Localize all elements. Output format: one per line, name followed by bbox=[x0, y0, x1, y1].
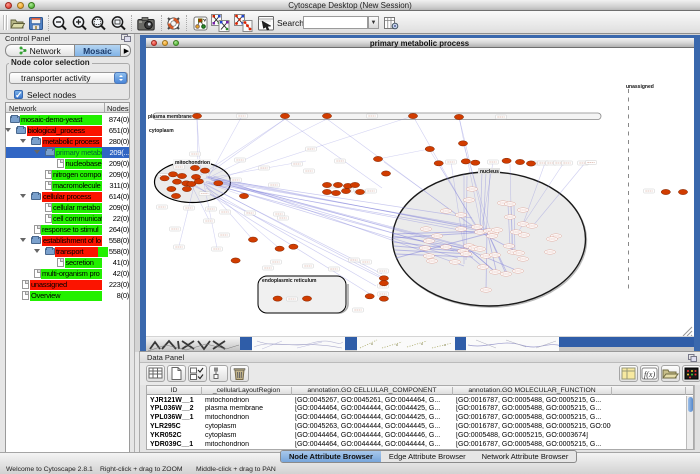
svg-text:unassigned: unassigned bbox=[626, 84, 654, 90]
svg-text:f(x): f(x) bbox=[644, 370, 655, 379]
svg-text:mitochondrion: mitochondrion bbox=[175, 160, 210, 166]
svg-text:endoplasmic reticulum: endoplasmic reticulum bbox=[262, 278, 317, 284]
svg-text:nucleus: nucleus bbox=[480, 169, 499, 175]
svg-text:plasma membrane: plasma membrane bbox=[148, 114, 192, 120]
svg-text:cytoplasm: cytoplasm bbox=[149, 128, 174, 134]
